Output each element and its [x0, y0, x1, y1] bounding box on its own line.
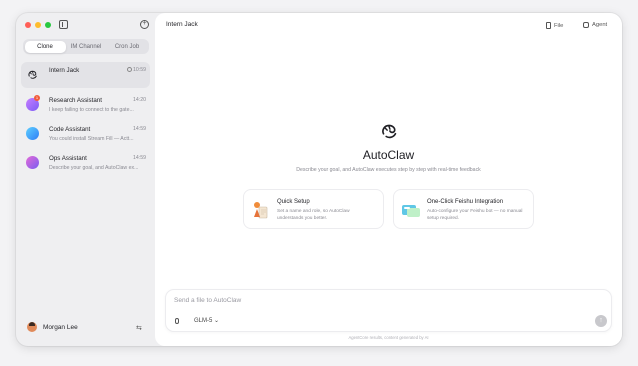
chat-item-intern-jack[interactable]: Intern Jack 10:59: [21, 62, 150, 88]
chat-title: Intern Jack: [49, 67, 80, 74]
agent-button[interactable]: Agent: [583, 22, 607, 28]
claw-icon: [28, 70, 37, 79]
microphone-icon[interactable]: [175, 318, 179, 324]
maximize-window-button[interactable]: [45, 22, 51, 28]
chat-item-ops-assistant[interactable]: Ops Assistant 14:59 Describe your goal, …: [21, 150, 150, 179]
hero-title: AutoClaw: [362, 148, 415, 162]
disclaimer: AgentCore results, content generated by …: [348, 335, 429, 340]
agent-icon: [583, 22, 589, 28]
model-name: GLM-5: [194, 318, 213, 324]
switch-account-icon[interactable]: ⇆: [136, 324, 142, 332]
page-title: Intern Jack: [166, 21, 198, 28]
card-title: Quick Setup: [277, 199, 310, 205]
card-title: One-Click Feishu Integration: [427, 199, 504, 205]
file-icon: [546, 22, 551, 29]
chat-title: Ops Assistant: [49, 155, 87, 162]
chat-item-code-assistant[interactable]: Code Assistant 14:59 You could install S…: [21, 121, 150, 150]
chat-item-research-assistant[interactable]: 1 Research Assistant 14:20 I keep failin…: [21, 92, 150, 121]
model-selector[interactable]: GLM-5 ⌄: [194, 317, 219, 324]
user-profile[interactable]: Morgan Lee: [27, 322, 78, 332]
chat-time: 14:20: [133, 97, 146, 103]
chat-list: Intern Jack 10:59 1 Research Assistant 1…: [21, 62, 150, 179]
hero-subtitle: Describe your goal, and AutoClaw execute…: [296, 167, 481, 173]
suggestion-cards: Quick Setup Set a name and role, so Auto…: [243, 189, 534, 229]
agent-label: Agent: [592, 22, 608, 28]
chat-time: 14:59: [133, 126, 146, 132]
hero: AutoClaw Describe your goal, and AutoCla…: [155, 120, 622, 173]
sidebar-toggle-icon[interactable]: [59, 20, 68, 29]
chat-preview: You could install Stream Fill — Actt...: [49, 136, 134, 142]
new-chat-icon[interactable]: +: [140, 20, 149, 29]
autoclaw-logo-icon: [381, 124, 396, 139]
main-panel: Intern Jack File Agent AutoClaw Describe…: [155, 13, 622, 346]
close-window-button[interactable]: [25, 22, 31, 28]
chat-time: 14:59: [133, 155, 146, 161]
app-window: + Clone IM Channel Cron Job Intern Jack …: [16, 13, 622, 346]
user-name: Morgan Lee: [43, 323, 78, 331]
chat-time: 10:59: [133, 67, 146, 73]
chevron-down-icon: ⌄: [214, 318, 220, 324]
send-button[interactable]: ↑: [595, 315, 607, 327]
window-controls: [25, 22, 51, 28]
minimize-window-button[interactable]: [35, 22, 41, 28]
file-label: File: [554, 22, 564, 29]
chat-preview: I keep failing to connect to the gate...: [49, 107, 134, 113]
unread-badge: 1: [34, 95, 40, 101]
quick-setup-illustration-icon: [254, 202, 268, 219]
chat-title: Research Assistant: [49, 97, 102, 104]
tab-clone[interactable]: Clone: [24, 40, 66, 53]
sidebar-tabs: Clone IM Channel Cron Job: [23, 39, 149, 54]
avatar: [26, 156, 39, 169]
card-description: Auto-configure your Feishu bot — no manu…: [427, 209, 523, 221]
sidebar: + Clone IM Channel Cron Job Intern Jack …: [16, 13, 155, 346]
file-button[interactable]: File: [546, 22, 563, 29]
quick-setup-card[interactable]: Quick Setup Set a name and role, so Auto…: [243, 189, 384, 229]
avatar: [26, 127, 39, 140]
composer: GLM-5 ⌄ ↑: [165, 289, 612, 332]
avatar: [27, 322, 37, 332]
tab-im-channel[interactable]: IM Channel: [66, 41, 107, 53]
message-input[interactable]: [174, 297, 474, 304]
status-icon: [127, 67, 132, 72]
chat-title: Code Assistant: [49, 126, 91, 133]
chat-preview: Describe your goal, and AutoClaw ex...: [49, 165, 139, 171]
feishu-illustration-icon: [402, 205, 420, 217]
card-description: Set a name and role, so AutoClaw underst…: [277, 209, 350, 221]
tab-cron-job[interactable]: Cron Job: [107, 41, 148, 53]
feishu-integration-card[interactable]: One-Click Feishu Integration Auto-config…: [393, 189, 534, 229]
